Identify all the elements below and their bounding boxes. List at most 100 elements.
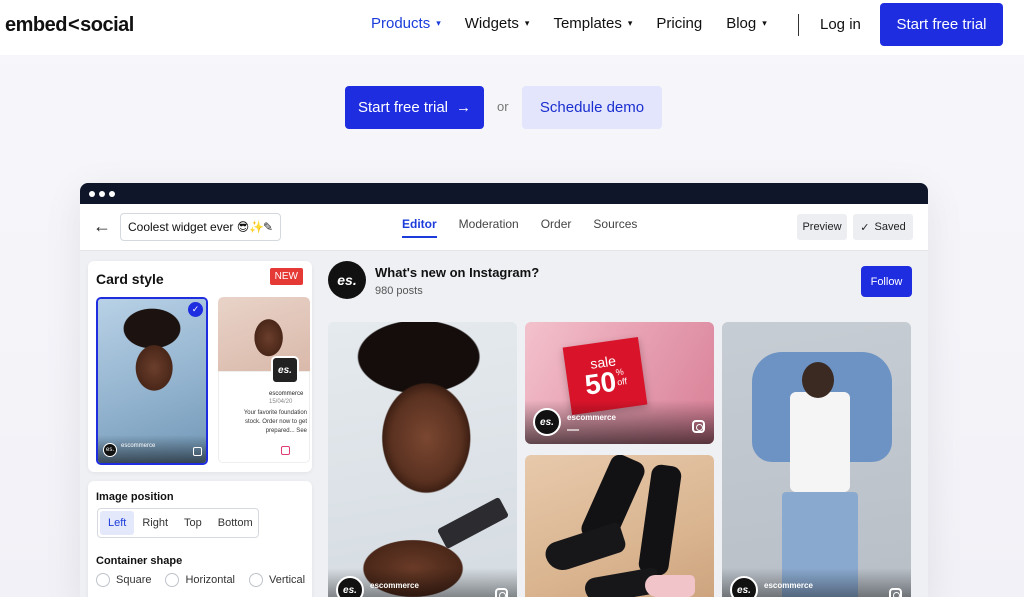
- nav-pricing-label: Pricing: [656, 15, 703, 32]
- feed-post-tile[interactable]: es. escommerce: [722, 322, 911, 597]
- es-avatar: es.: [103, 443, 117, 457]
- tile-handle: escommerce: [764, 581, 813, 590]
- feed-post-tile[interactable]: sale 50 % off es. escommerce: [525, 322, 714, 444]
- tile-subline: [567, 429, 579, 431]
- radio-circle-icon: [165, 573, 180, 587]
- shape-vertical-radio[interactable]: Vertical: [249, 573, 305, 587]
- logo-text-right: ocial: [90, 14, 135, 36]
- embedsocial-logo[interactable]: embed < s ocial: [5, 14, 134, 37]
- tab-order[interactable]: Order: [541, 217, 572, 238]
- nav-widgets[interactable]: Widgets ▾: [465, 15, 530, 32]
- feed-avatar[interactable]: es.: [328, 261, 366, 299]
- saved-label: Saved: [874, 221, 906, 233]
- radio-circle-icon: [249, 573, 264, 587]
- schedule-demo-button[interactable]: Schedule demo: [522, 86, 662, 129]
- window-dot-icon: [89, 190, 95, 197]
- follow-button[interactable]: Follow: [861, 266, 912, 297]
- instagram-icon: [193, 447, 202, 456]
- editor-toolbar: ← Coolest widget ever 😎✨ ✎ Editor Modera…: [80, 204, 928, 251]
- sale-amount: 50 % off: [582, 365, 628, 401]
- chevron-down-icon: ▾: [436, 18, 441, 28]
- logo-bracket-icon: <: [67, 14, 80, 36]
- nav-products-label: Products: [371, 15, 431, 32]
- hero-or-text: or: [497, 99, 509, 114]
- radio-circle-icon: [96, 573, 110, 587]
- checkmark-icon: ✓: [860, 221, 870, 234]
- saved-button[interactable]: ✓ Saved: [853, 214, 913, 240]
- position-bottom-option[interactable]: Bottom: [210, 511, 261, 535]
- chevron-down-icon: ▾: [524, 18, 530, 28]
- card-date: 15/04/20: [269, 399, 293, 405]
- card-handle: escommerce: [269, 391, 304, 397]
- feed-post-count: 980 posts: [375, 285, 423, 297]
- image-position-title: Image position: [96, 491, 174, 503]
- sale-number: 50: [582, 365, 619, 401]
- feed-post-tile[interactable]: es. escommerce: [328, 322, 517, 597]
- es-avatar: es.: [336, 576, 364, 597]
- nav-start-free-trial-button[interactable]: Start free trial: [880, 3, 1003, 46]
- white-shirt-shape: [790, 392, 850, 492]
- widget-name-value: Coolest widget ever 😎✨: [128, 220, 265, 234]
- leg-shape: [637, 463, 683, 577]
- classic-card-body: es. escommerce 15/04/20 Your favorite fo…: [218, 356, 310, 463]
- product-tube-shape: [436, 496, 510, 550]
- window-dot-icon: [109, 190, 115, 197]
- logo-text-left: embed: [5, 14, 67, 36]
- position-top-option[interactable]: Top: [176, 511, 210, 535]
- feed-post-tile[interactable]: [525, 455, 714, 597]
- nav-templates-label: Templates: [553, 15, 622, 32]
- card-style-title: Card style: [96, 271, 164, 287]
- back-arrow-icon[interactable]: ←: [93, 216, 111, 237]
- position-left-option[interactable]: Left: [100, 511, 135, 535]
- tile-handle: escommerce: [370, 581, 419, 590]
- card-style-panel: Card style NEW ✓ es. escommerce es. esco…: [88, 261, 312, 472]
- es-avatar: es.: [533, 408, 561, 436]
- tab-editor[interactable]: Editor: [402, 217, 437, 238]
- login-link[interactable]: Log in: [820, 16, 861, 33]
- preview-button[interactable]: Preview: [797, 214, 847, 240]
- nav-templates[interactable]: Templates ▾: [553, 15, 632, 32]
- position-right-option[interactable]: Right: [134, 511, 176, 535]
- card-style-option-classic[interactable]: es. escommerce 15/04/20 Your favorite fo…: [218, 297, 310, 465]
- nav-blog-label: Blog: [726, 15, 757, 32]
- instagram-icon: [495, 588, 508, 597]
- es-avatar: es.: [730, 576, 758, 597]
- hero-start-free-trial-button[interactable]: Start free trial →: [345, 86, 484, 129]
- instagram-icon: [889, 588, 902, 597]
- pink-shoe-shape: [645, 575, 695, 597]
- sale-off: off: [616, 376, 628, 388]
- pencil-icon[interactable]: ✎: [263, 220, 273, 234]
- widget-name-field[interactable]: Coolest widget ever 😎✨ ✎: [120, 213, 281, 241]
- logo-s-icon: s: [80, 14, 91, 36]
- arrow-right-icon: →: [456, 99, 472, 116]
- shape-horizontal-label: Horizontal: [185, 574, 236, 586]
- shape-vertical-label: Vertical: [269, 574, 306, 586]
- tile-handle: escommerce: [567, 413, 616, 422]
- card-style-option-overlay[interactable]: ✓ es. escommerce: [96, 297, 208, 465]
- layout-options-panel: Image position Left Right Top Bottom Con…: [88, 481, 312, 597]
- tab-sources[interactable]: Sources: [593, 217, 637, 238]
- instagram-icon: [692, 420, 705, 433]
- nav-widgets-label: Widgets: [464, 15, 519, 32]
- card-handle: escommerce: [121, 443, 156, 449]
- nav-divider: [798, 14, 799, 36]
- window-titlebar: [80, 183, 928, 204]
- shape-square-label: Square: [116, 574, 152, 586]
- hero-cta-label: Start free trial: [357, 99, 449, 116]
- container-shape-title: Container shape: [96, 555, 183, 567]
- nav-products[interactable]: Products ▾: [371, 15, 441, 32]
- tab-moderation[interactable]: Moderation: [459, 217, 519, 238]
- card-caption: Your favorite foundation stock. Order no…: [243, 410, 307, 434]
- window-dot-icon: [99, 190, 105, 197]
- feed-title: What's new on Instagram?: [375, 265, 540, 280]
- instagram-icon: [281, 446, 290, 455]
- shape-horizontal-radio[interactable]: Horizontal: [165, 573, 235, 587]
- chevron-down-icon: ▾: [762, 18, 767, 28]
- nav-pricing[interactable]: Pricing: [656, 15, 702, 32]
- es-avatar: es.: [271, 356, 299, 384]
- nav-blog[interactable]: Blog ▾: [726, 15, 767, 32]
- shape-square-radio[interactable]: Square: [96, 573, 151, 587]
- check-circle-icon: ✓: [188, 302, 203, 317]
- head-shape: [802, 362, 834, 398]
- app-window-mockup: ← Coolest widget ever 😎✨ ✎ Editor Modera…: [80, 183, 928, 597]
